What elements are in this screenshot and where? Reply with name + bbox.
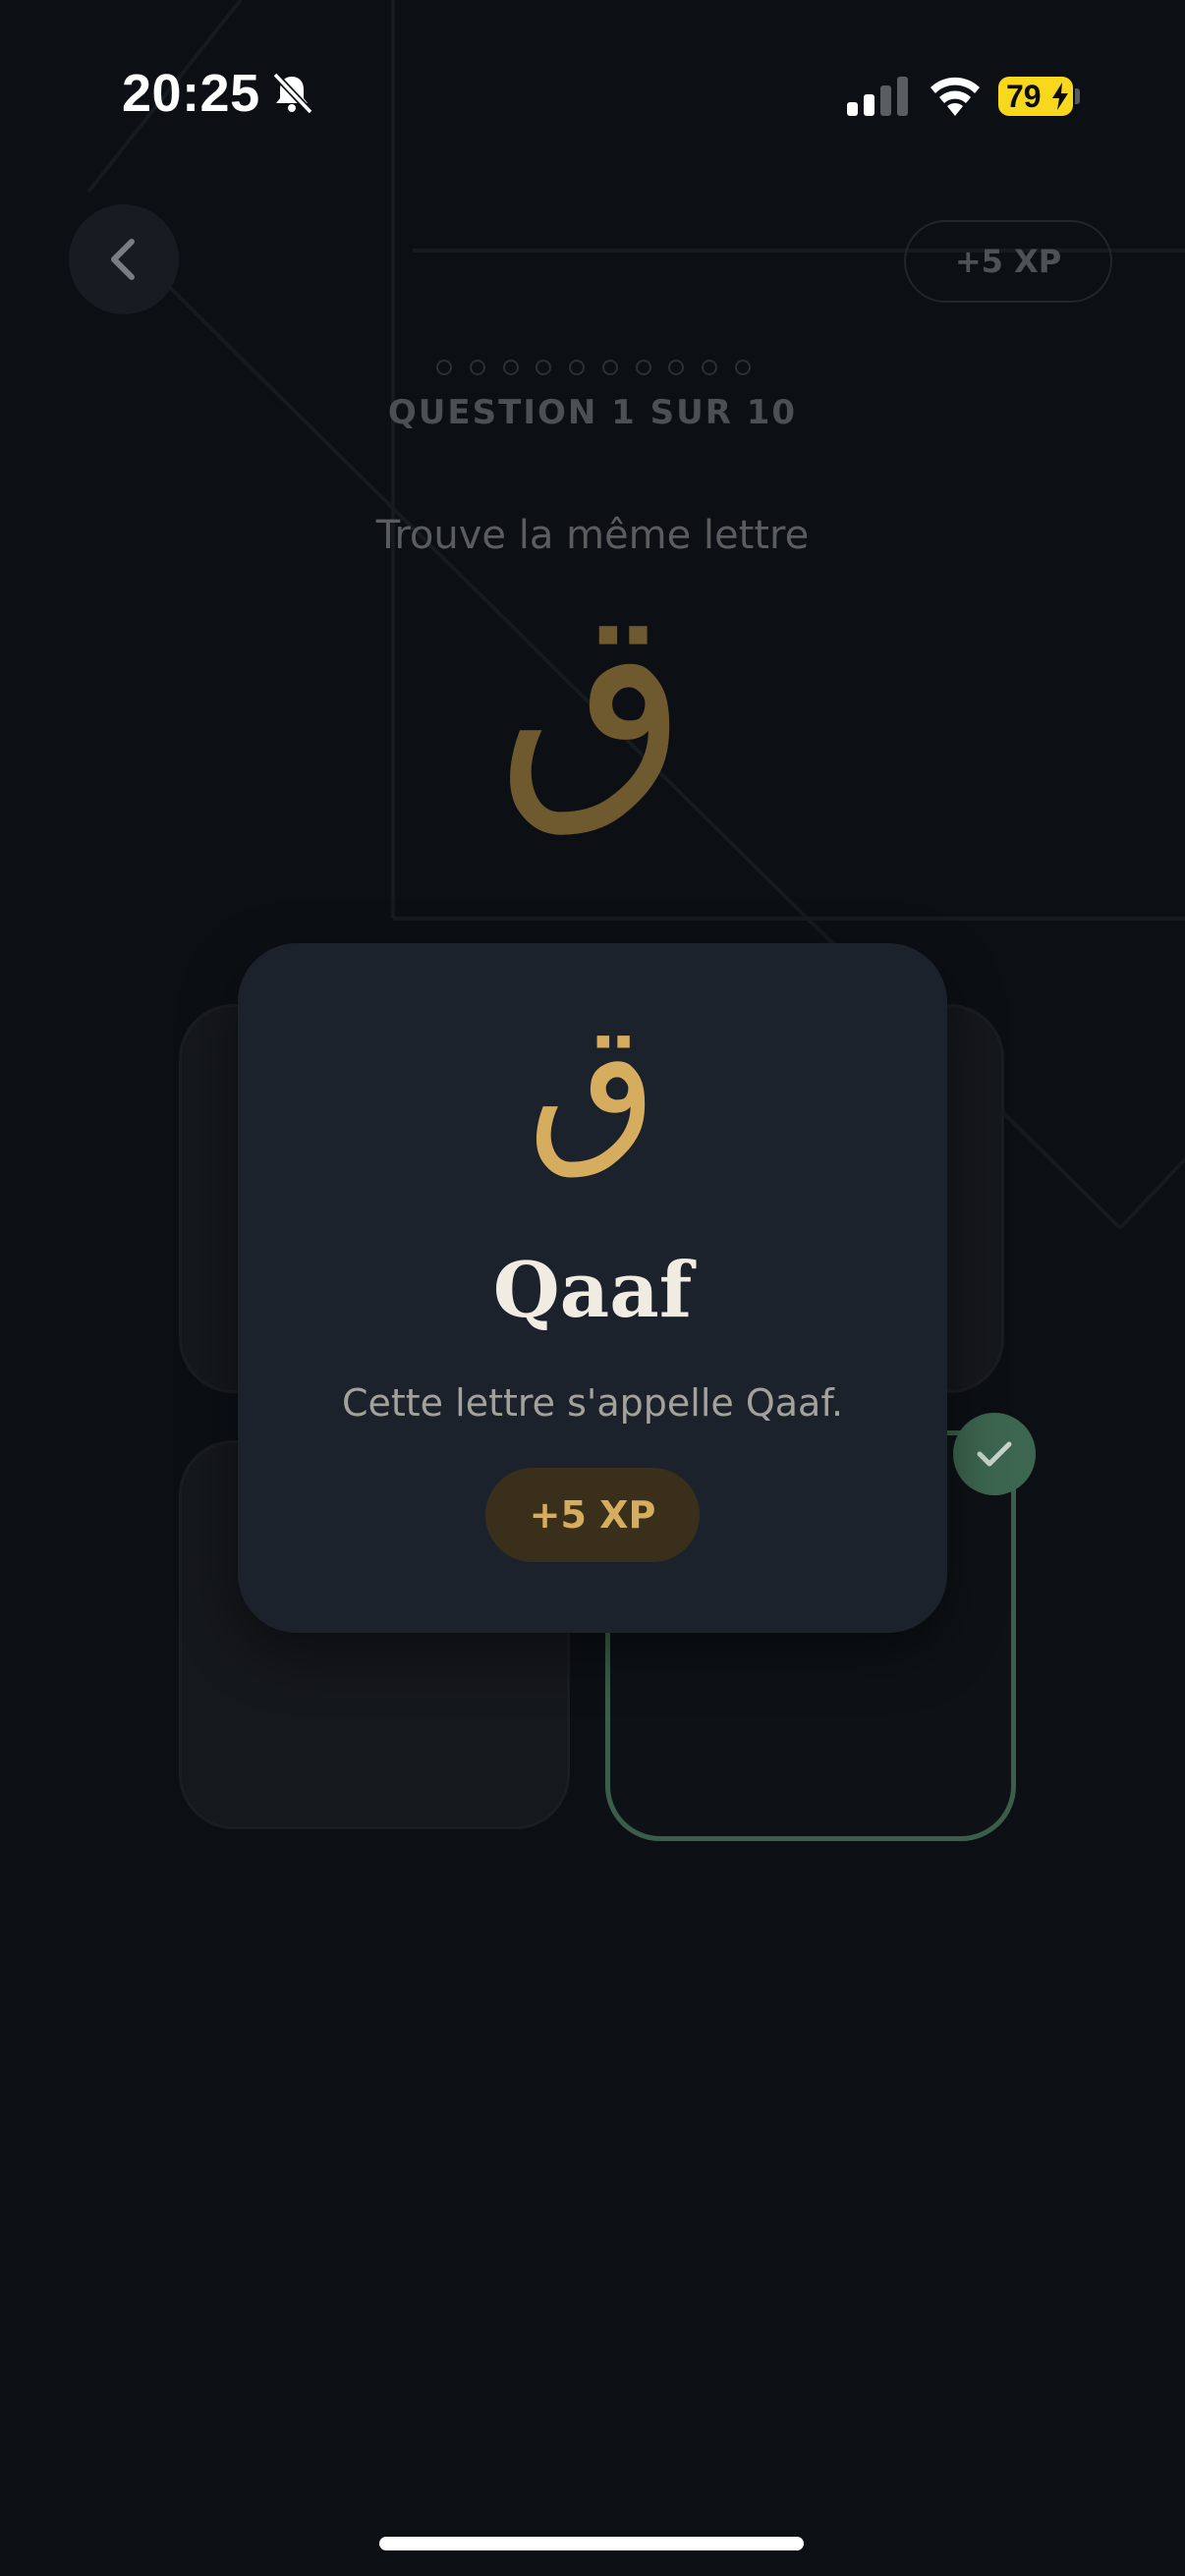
cellular-signal-icon: [847, 77, 908, 116]
battery-charging-icon: [1052, 83, 1068, 110]
progress-dot: [502, 360, 519, 375]
progress-dot: [702, 360, 718, 375]
target-letter: ق: [497, 554, 688, 840]
modal-letter: ق: [528, 987, 657, 1182]
status-bar: 20:25 79: [0, 0, 1185, 196]
back-button[interactable]: [69, 204, 179, 314]
modal-title: Qaaf: [492, 1246, 693, 1335]
modal-message: Cette lettre s'appelle Qaaf.: [341, 1381, 844, 1425]
quiz-screen: 20:25 79 +5 XP QUESTION 1 SUR 10 Trouve …: [0, 0, 1185, 2576]
chevron-left-icon: [111, 239, 135, 280]
status-time: 20:25: [122, 64, 260, 123]
correct-check-badge: [953, 1413, 1036, 1495]
progress-dot: [668, 360, 685, 375]
question-counter: QUESTION 1 SUR 10: [387, 393, 798, 432]
progress-dot: [569, 360, 586, 375]
battery-level: 79: [1006, 79, 1042, 114]
progress-dots: [436, 360, 751, 381]
progress-dot: [536, 360, 552, 375]
battery-indicator: 79: [998, 77, 1073, 116]
progress-dot: [469, 360, 485, 375]
wifi-icon: [931, 77, 980, 116]
modal-xp-badge: +5 XP: [485, 1468, 700, 1562]
xp-badge: +5 XP: [904, 220, 1112, 303]
checkmark-icon: [977, 1441, 1012, 1467]
progress-dot: [436, 360, 452, 375]
home-indicator[interactable]: [379, 2537, 804, 2550]
progress-dot: [601, 360, 618, 375]
bell-slash-icon: [272, 72, 313, 115]
progress-dot: [635, 360, 651, 375]
battery-cap: [1075, 88, 1080, 104]
progress-dot: [734, 360, 751, 375]
result-modal[interactable]: ق Qaaf Cette lettre s'appelle Qaaf. +5 X…: [238, 943, 947, 1633]
